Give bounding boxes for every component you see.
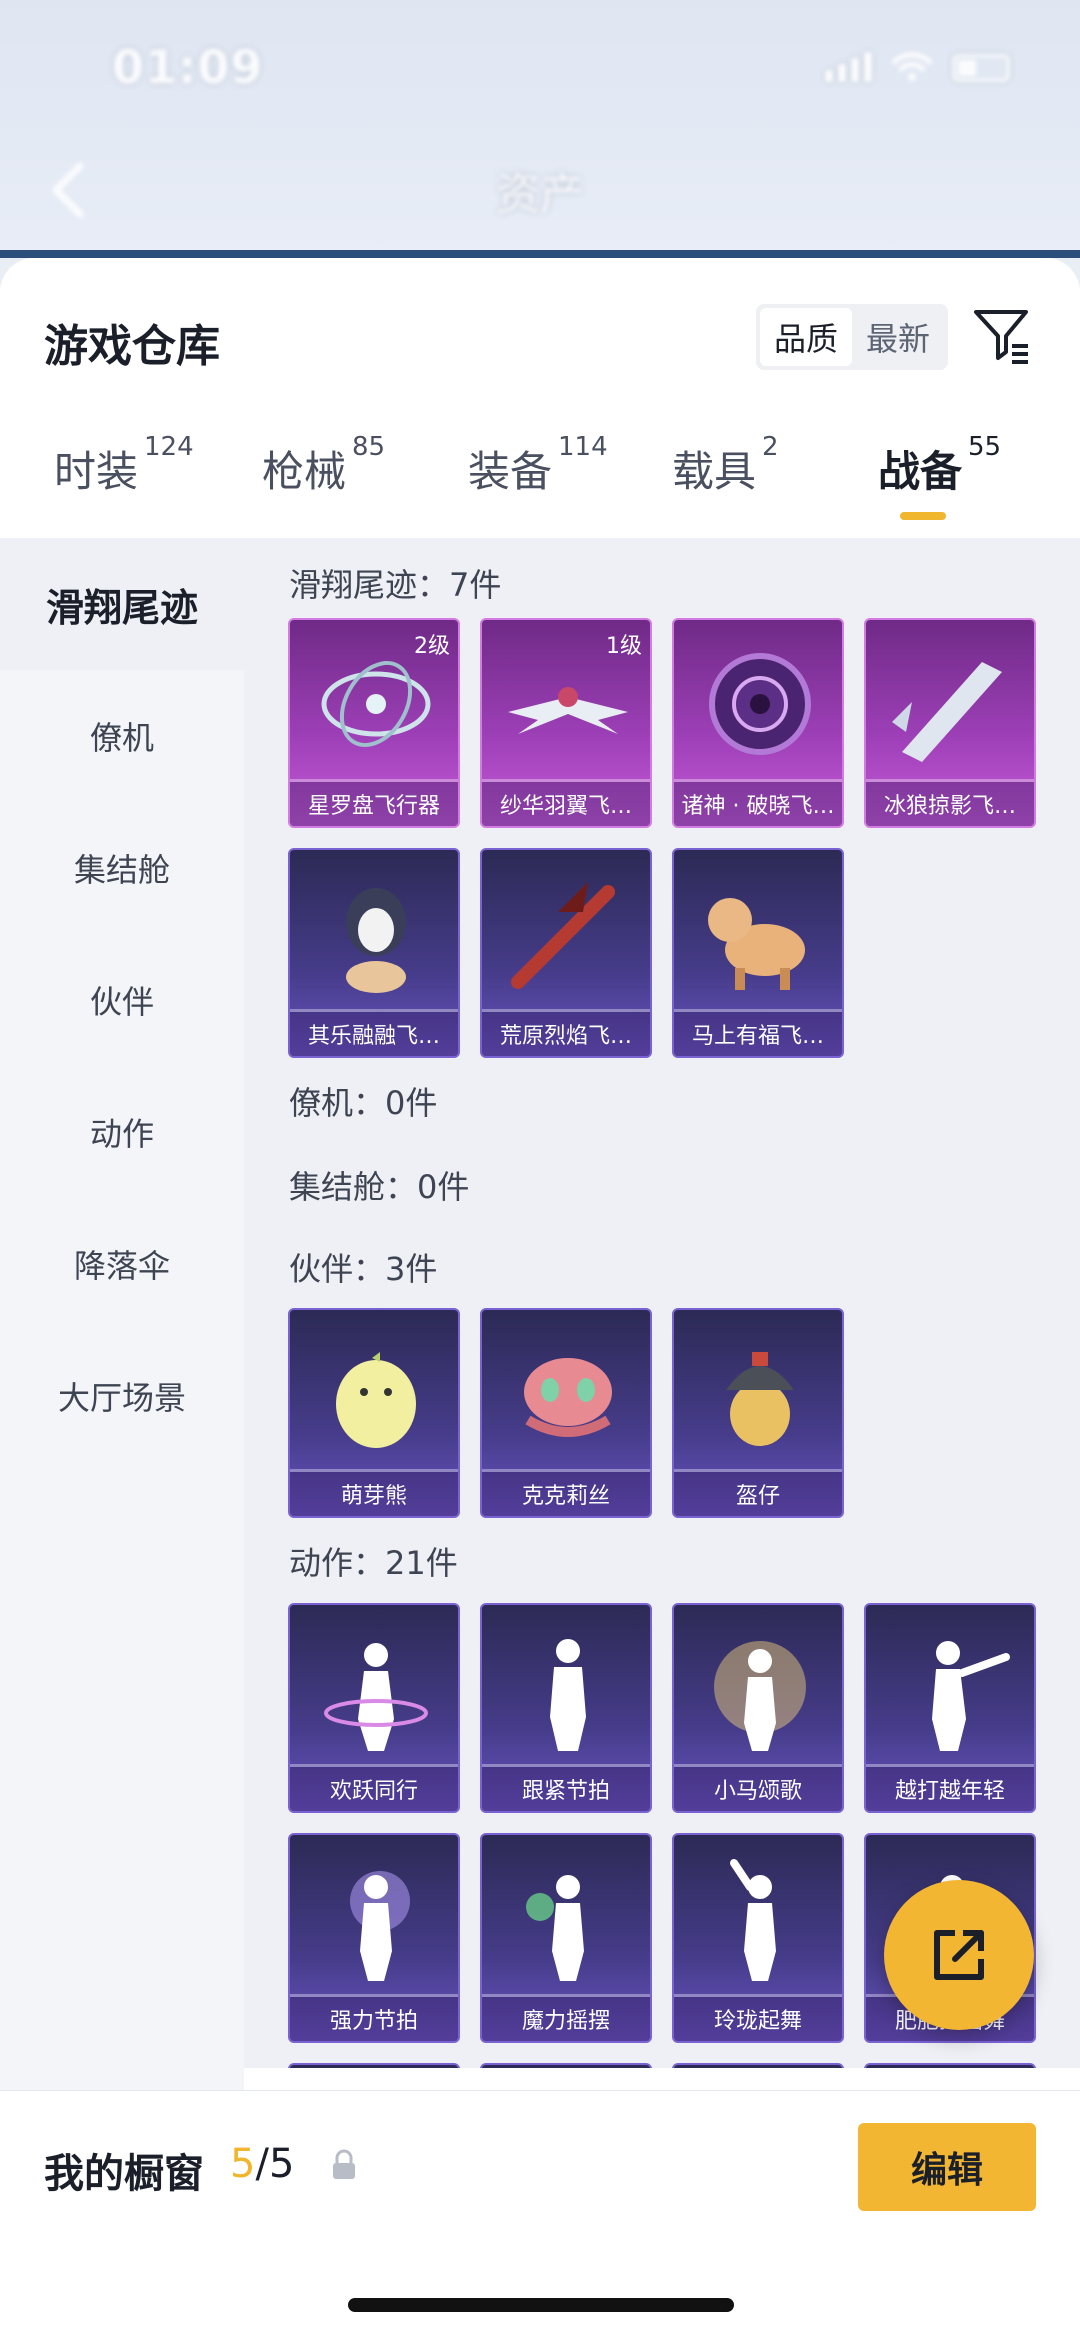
item-name: 萌芽熊 <box>290 1472 458 1516</box>
category-tabs: 时装 124 枪械 85 装备 114 载具 2 战备 55 <box>0 432 1080 538</box>
battery-icon <box>952 54 1010 82</box>
wifi-icon <box>892 52 932 81</box>
nav-title: 资产 <box>496 169 584 220</box>
item-card[interactable]: 越打越年轻 <box>864 1603 1036 1813</box>
tab-vehicles[interactable]: 载具 2 <box>672 432 779 499</box>
tab-firearms[interactable]: 枪械 85 <box>262 432 385 499</box>
compass-craft-icon <box>321 661 431 747</box>
item-card[interactable]: 2级 星罗盘飞行器 <box>288 618 460 828</box>
helmet-chick-icon <box>726 1352 794 1446</box>
item-name: 越打越年轻 <box>866 1767 1034 1811</box>
item-card[interactable] <box>480 2063 652 2068</box>
emote-figure-icon <box>550 1639 586 1751</box>
tab-fashion[interactable]: 时装 124 <box>54 432 194 499</box>
emote-figure-icon <box>730 1859 776 1981</box>
item-card[interactable]: 荒原烈焰飞… <box>480 848 652 1058</box>
item-card[interactable]: 强力节拍 <box>288 1833 460 2043</box>
item-name: 马上有福飞… <box>674 1012 842 1056</box>
tab-equipment[interactable]: 装备 114 <box>468 432 608 499</box>
item-card[interactable] <box>288 2063 460 2068</box>
sidebar-item-pod[interactable]: 集结舱 <box>0 802 244 934</box>
top-nav-bar: 01:09 资产 <box>0 0 1080 258</box>
item-card[interactable]: 克克莉丝 <box>480 1308 652 1518</box>
item-card[interactable]: 其乐融融飞… <box>288 848 460 1058</box>
emote-figure-icon <box>324 1643 428 1751</box>
nav-divider <box>0 250 1080 258</box>
sort-quality-button[interactable]: 品质 <box>760 308 852 366</box>
item-card[interactable]: 盔仔 <box>672 1308 844 1518</box>
item-name: 诸神 · 破晓飞… <box>674 782 842 826</box>
sheet-title: 游戏仓库 <box>44 321 220 372</box>
share-button[interactable] <box>884 1880 1034 2030</box>
home-indicator <box>348 2298 734 2312</box>
signal-icon <box>825 52 872 82</box>
item-card[interactable]: 冰狼掠影飞… <box>864 618 1036 828</box>
lock-icon <box>333 2149 355 2179</box>
sidebar-item-glide-trail[interactable]: 滑翔尾迹 <box>0 538 244 670</box>
item-card[interactable]: 马上有福飞… <box>672 848 844 1058</box>
showcase-title: 我的橱窗 <box>44 2151 204 2197</box>
wing-craft-icon <box>508 687 628 734</box>
category-sidebar: 滑翔尾迹 僚机 集结舱 伙伴 动作 降落伞 大厅场景 <box>0 538 244 2337</box>
item-name: 荒原烈焰飞… <box>482 1012 650 1056</box>
item-name: 小马颂歌 <box>674 1767 842 1811</box>
item-card[interactable]: 魔力摇摆 <box>480 1833 652 2043</box>
status-icons <box>825 52 1010 82</box>
tab-combat-prep[interactable]: 战备 55 <box>878 432 1001 499</box>
item-card[interactable]: 小马颂歌 <box>672 1603 844 1813</box>
horse-craft-icon <box>708 898 805 990</box>
octopus-partner-icon <box>524 1358 612 1437</box>
section-glide-label: 滑翔尾迹：7件 <box>289 566 502 604</box>
filter-icon[interactable] <box>972 306 1032 366</box>
section-partner-label: 伙伴：3件 <box>289 1250 438 1288</box>
section-wingman-label: 僚机：0件 <box>289 1084 438 1122</box>
item-name: 其乐融融飞… <box>290 1012 458 1056</box>
penguin-craft-icon <box>346 888 406 993</box>
item-name: 纱华羽翼飞… <box>482 782 650 826</box>
item-grid-area: 滑翔尾迹：7件 2级 星罗盘飞行器 1级 纱华羽翼飞… 诸神 · 破晓飞… 冰狼… <box>244 538 1080 2068</box>
item-name: 星罗盘飞行器 <box>290 782 458 826</box>
flame-craft-icon <box>511 882 615 989</box>
sort-newest-button[interactable]: 最新 <box>852 308 944 366</box>
sidebar-item-emote[interactable]: 动作 <box>0 1066 244 1198</box>
showcase-count: 5/5 <box>230 2141 295 2187</box>
item-card[interactable] <box>672 2063 844 2068</box>
item-card[interactable] <box>864 2063 1036 2068</box>
status-time: 01:09 <box>112 40 264 94</box>
item-name: 冰狼掠影飞… <box>866 782 1034 826</box>
item-card[interactable]: 1级 纱华羽翼飞… <box>480 618 652 828</box>
item-name: 跟紧节拍 <box>482 1767 650 1811</box>
item-card[interactable]: 欢跃同行 <box>288 1603 460 1813</box>
item-card[interactable]: 跟紧节拍 <box>480 1603 652 1813</box>
ice-wolf-icon <box>892 662 1002 762</box>
active-tab-indicator <box>900 512 946 520</box>
item-name: 魔力摇摆 <box>482 1997 650 2041</box>
gods-dawn-icon <box>709 653 811 755</box>
sort-toggle: 品质 最新 <box>756 304 948 370</box>
sprout-bear-icon <box>336 1352 416 1448</box>
edit-button[interactable]: 编辑 <box>858 2123 1036 2211</box>
section-emote-label: 动作：21件 <box>289 1544 458 1582</box>
item-name: 欢跃同行 <box>290 1767 458 1811</box>
emote-figure-icon <box>526 1875 584 1981</box>
emote-figure-icon <box>714 1641 806 1751</box>
game-warehouse-sheet: 游戏仓库 品质 最新 时装 124 枪械 85 装备 114 载具 2 战备 55 滑翔尾… <box>0 258 1080 2337</box>
item-name: 玲珑起舞 <box>674 1997 842 2041</box>
item-card[interactable]: 诸神 · 破晓飞… <box>672 618 844 828</box>
item-name: 盔仔 <box>674 1472 842 1516</box>
sidebar-item-wingman[interactable]: 僚机 <box>0 670 244 802</box>
item-name: 强力节拍 <box>290 1997 458 2041</box>
emote-figure-icon <box>932 1641 1010 1751</box>
emote-figure-icon <box>350 1871 410 1981</box>
item-card[interactable]: 萌芽熊 <box>288 1308 460 1518</box>
external-link-icon <box>934 1930 984 1980</box>
item-card[interactable]: 玲珑起舞 <box>672 1833 844 2043</box>
section-pod-label: 集结舱：0件 <box>289 1168 470 1206</box>
sidebar-item-lobby-scene[interactable]: 大厅场景 <box>0 1330 244 1462</box>
sidebar-item-parachute[interactable]: 降落伞 <box>0 1198 244 1330</box>
sidebar-item-partner[interactable]: 伙伴 <box>0 934 244 1066</box>
item-name: 克克莉丝 <box>482 1472 650 1516</box>
